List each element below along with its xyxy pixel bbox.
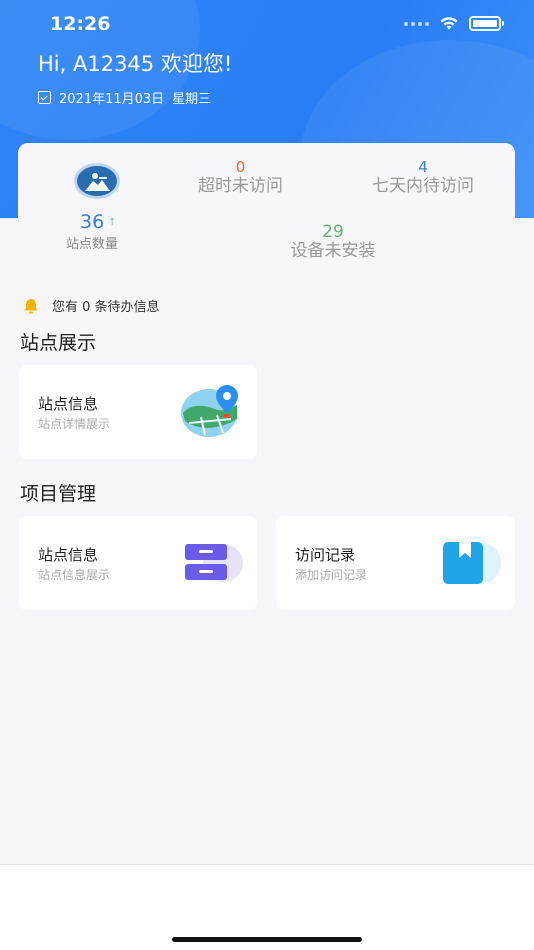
site-info-list-card[interactable]: 站点信息 站点信息展示 — [19, 516, 257, 610]
signal-icon — [404, 21, 429, 26]
todo-notice[interactable]: 您有 0 条待办信息 — [22, 296, 160, 315]
site-info-card[interactable]: 站点信息 站点详情展示 — [19, 365, 257, 459]
site-count-label: 站点数量 — [66, 237, 119, 252]
site-count-value: 36 — [80, 211, 105, 233]
section-site-display-title: 站点展示 — [20, 332, 97, 354]
stat-week-pending[interactable]: 4 七天内待访问 — [358, 158, 488, 196]
server-icon — [185, 544, 243, 582]
overtime-label: 超时未访问 — [198, 176, 283, 196]
card-subtitle: 添加访问记录 — [295, 568, 368, 582]
battery-icon — [469, 16, 504, 31]
date-row: 2021年11月03日 星期三 — [38, 88, 211, 107]
stat-overtime[interactable]: 0 超时未访问 — [188, 158, 293, 196]
card-subtitle: 站点详情展示 — [38, 417, 111, 431]
notice-text: 您有 0 条待办信息 — [52, 300, 160, 315]
map-pin-icon — [181, 385, 238, 437]
site-avatar-icon — [74, 163, 120, 199]
bookmark-icon — [443, 542, 501, 584]
weekday-text: 星期三 — [172, 92, 212, 107]
wifi-icon — [440, 17, 458, 30]
status-time: 12:26 — [50, 13, 111, 35]
status-bar: 12:26 — [0, 0, 534, 50]
week-pending-label: 七天内待访问 — [372, 176, 474, 196]
arrow-up-icon: ↑ — [108, 217, 117, 228]
stat-uninstalled[interactable]: 29 设备未安装 — [278, 223, 388, 261]
section-project-mgmt-title: 项目管理 — [20, 483, 97, 505]
status-icons — [404, 16, 504, 31]
date-text: 2021年11月03日 — [59, 92, 165, 107]
card-title: 访问记录 — [295, 546, 356, 564]
uninstalled-value: 29 — [322, 222, 344, 242]
visit-record-card[interactable]: 访问记录 添加访问记录 — [276, 516, 515, 610]
greeting-text: Hi, A12345 欢迎您! — [38, 52, 233, 76]
overtime-value: 0 — [235, 158, 246, 176]
calendar-icon — [38, 91, 51, 104]
bell-icon — [24, 298, 38, 313]
stats-card: 36 ↑ 站点数量 0 超时未访问 4 七天内待访问 29 设备未安装 — [18, 143, 515, 273]
week-pending-value: 4 — [418, 158, 428, 176]
card-title: 站点信息 — [38, 395, 99, 413]
home-indicator[interactable] — [172, 937, 362, 942]
uninstalled-label: 设备未安装 — [290, 241, 376, 261]
card-title: 站点信息 — [38, 546, 99, 564]
card-subtitle: 站点信息展示 — [38, 568, 111, 582]
